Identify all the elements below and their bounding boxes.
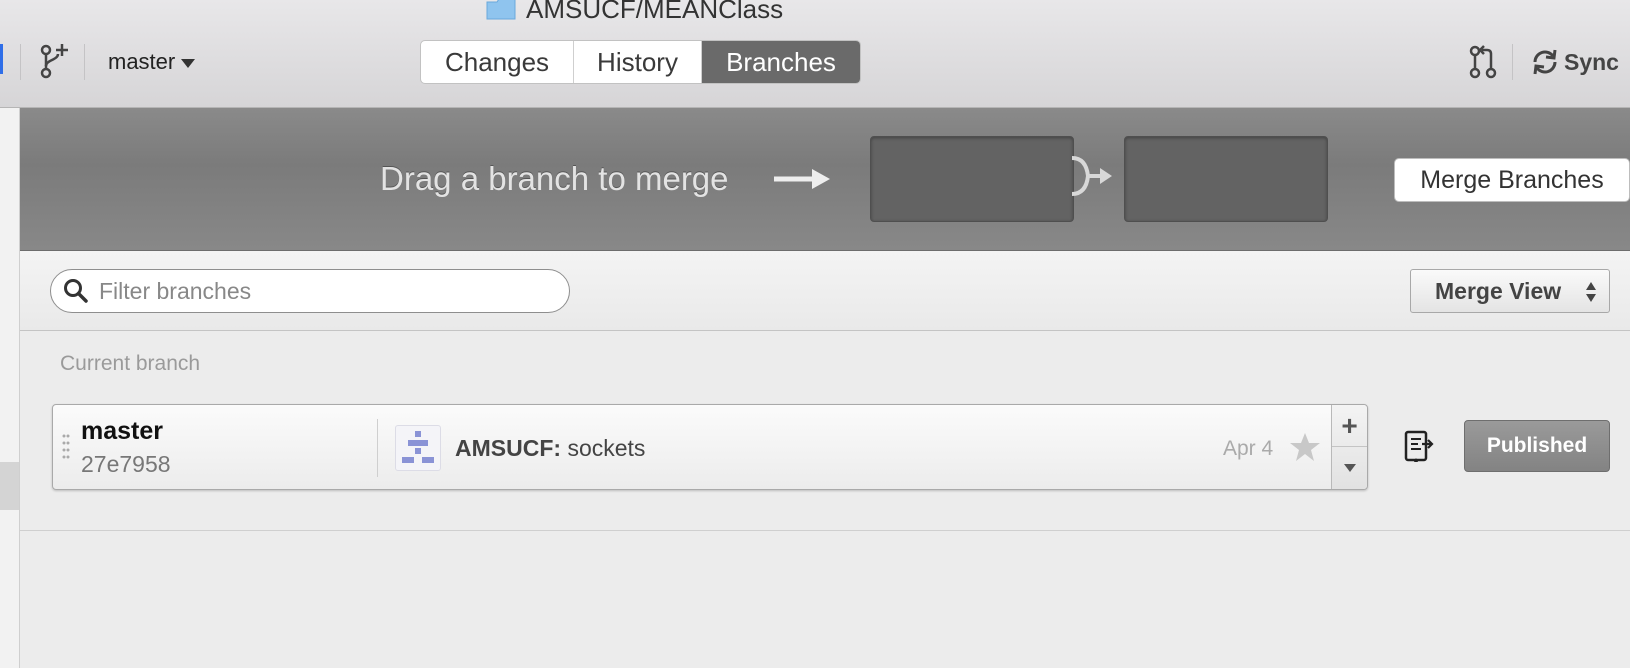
merge-view-label: Merge View: [1435, 277, 1562, 304]
sidebar-selected-item[interactable]: [0, 462, 19, 510]
divider: [20, 530, 1630, 531]
toolbar: AMSUCF/MEANClass master Changes History …: [0, 0, 1630, 108]
published-button[interactable]: Published: [1464, 420, 1610, 472]
toolbar-divider: [20, 44, 21, 80]
branch-selector-label: master: [108, 49, 176, 74]
sync-icon: [1533, 49, 1557, 75]
section-label-current-branch: Current branch: [60, 352, 201, 375]
create-branch-icon[interactable]: [38, 42, 72, 80]
branch-menu-button[interactable]: [1332, 447, 1367, 489]
merge-icon: [1070, 154, 1114, 203]
tab-branches[interactable]: Branches: [701, 41, 860, 83]
arrow-right-icon: [772, 166, 832, 197]
branch-row[interactable]: master 27e7958 AMSUCF: sockets Apr 4 +: [52, 404, 1368, 490]
compare-icon[interactable]: [1404, 430, 1434, 469]
chevron-down-icon: [181, 58, 196, 68]
drag-handle-icon[interactable]: [61, 433, 71, 463]
filter-branches-input[interactable]: [99, 277, 519, 305]
commit-author: AMSUCF:: [455, 435, 562, 461]
star-icon[interactable]: [1289, 431, 1321, 468]
branch-selector[interactable]: master: [108, 48, 196, 76]
search-icon: [64, 279, 88, 303]
toolbar-divider: [1512, 44, 1513, 80]
merge-view-select[interactable]: Merge View: [1410, 269, 1610, 313]
commit-sha: 27e7958: [81, 451, 171, 477]
commit-message: sockets: [567, 435, 646, 461]
tab-history[interactable]: History: [573, 41, 701, 83]
repo-title: AMSUCF/MEANClass: [486, 0, 783, 24]
chevron-down-icon: [1343, 464, 1356, 472]
folder-icon: [486, 0, 516, 20]
tab-label: History: [597, 46, 678, 77]
sync-label: Sync: [1564, 48, 1619, 75]
tab-label: Branches: [726, 46, 836, 77]
pull-request-icon[interactable]: [1468, 44, 1498, 80]
tab-label: Changes: [444, 46, 550, 77]
tab-changes[interactable]: Changes: [421, 41, 573, 83]
merge-area: Drag a branch to merge Merge Branches: [20, 108, 1630, 251]
filter-bar: Merge View: [20, 251, 1630, 331]
branch-name: master: [81, 417, 163, 445]
add-branch-button[interactable]: +: [1332, 405, 1367, 447]
toolbar-divider: [84, 44, 85, 80]
merge-hint: Drag a branch to merge: [380, 160, 729, 197]
branch-actions: +: [1331, 405, 1367, 489]
divider: [377, 419, 378, 477]
merge-source-slot[interactable]: [870, 136, 1074, 222]
sidebar: [0, 108, 20, 668]
filter-field: [50, 269, 570, 313]
repo-title-text: AMSUCF/MEANClass: [526, 0, 784, 24]
merge-target-slot[interactable]: [1124, 136, 1328, 222]
merge-branches-button[interactable]: Merge Branches: [1394, 158, 1630, 202]
commit-summary: AMSUCF: sockets: [455, 435, 645, 462]
commit-date: Apr 4: [1223, 437, 1274, 460]
sidebar-toggle-marker[interactable]: [0, 44, 3, 74]
updown-icon: [1586, 282, 1596, 302]
merge-branches-label: Merge Branches: [1420, 165, 1604, 194]
sync-button[interactable]: Sync: [1530, 44, 1619, 80]
avatar: [395, 425, 441, 471]
view-tabs: Changes History Branches: [420, 40, 861, 84]
published-label: Published: [1486, 434, 1588, 457]
